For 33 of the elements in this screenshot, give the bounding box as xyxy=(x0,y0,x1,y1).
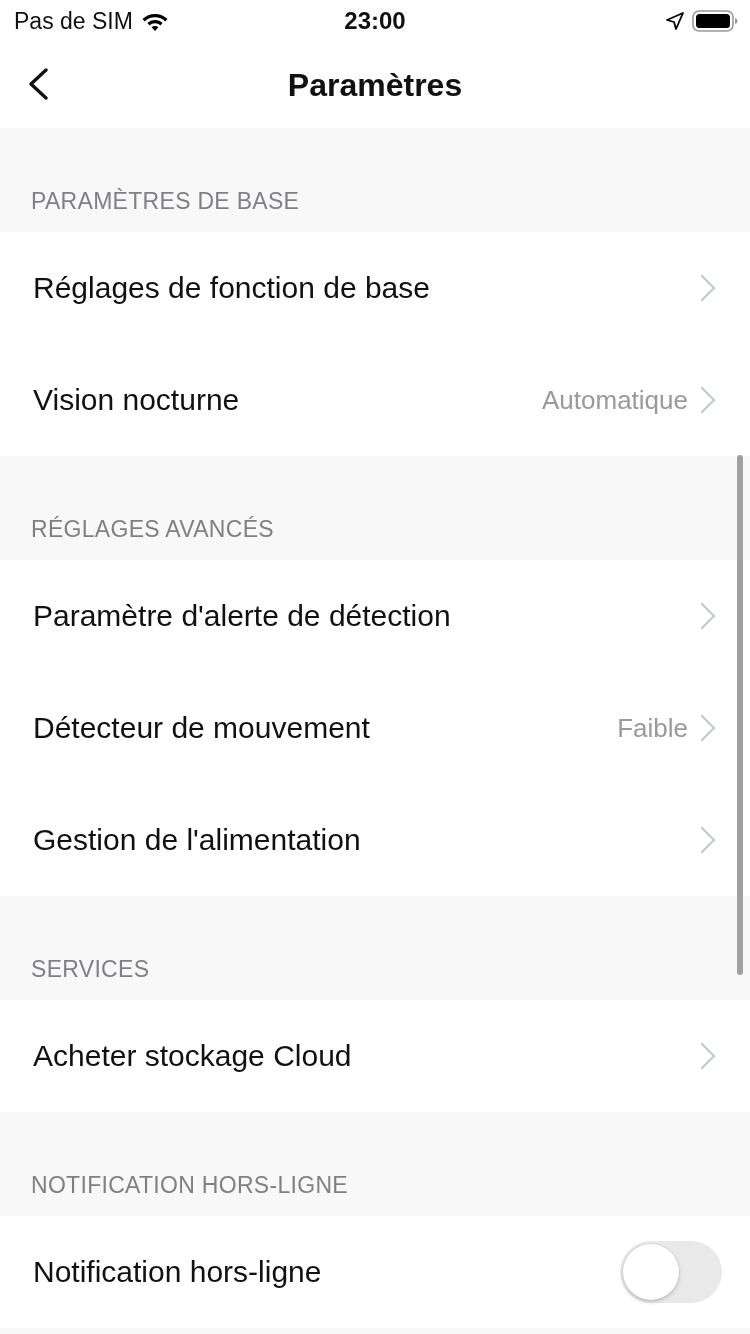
page-title: Paramètres xyxy=(287,66,463,104)
section-header: PARAMÈTRES DE BASE xyxy=(31,187,300,215)
chevron-right-icon xyxy=(700,826,716,854)
settings-row[interactable]: Gestion de l'alimentation xyxy=(0,784,750,896)
section-header: NOTIFICATION HORS-LIGNE xyxy=(31,1171,348,1199)
settings-row[interactable]: Réglages de fonction de base xyxy=(0,232,750,344)
wifi-icon xyxy=(140,11,169,31)
row-label: Acheter stockage Cloud xyxy=(33,1039,353,1073)
row-value: Automatique xyxy=(542,384,688,416)
row-label: Gestion de l'alimentation xyxy=(33,823,362,857)
battery-icon xyxy=(692,10,738,32)
section-header: RÉGLAGES AVANCÉS xyxy=(31,515,274,543)
row-label: Détecteur de mouvement xyxy=(33,711,371,745)
chevron-right-icon xyxy=(700,274,716,302)
status-time: 23:00 xyxy=(344,7,406,35)
settings-row[interactable]: Vision nocturne Automatique xyxy=(0,344,750,456)
row-value: Faible xyxy=(617,712,688,744)
settings-row[interactable]: Détecteur de mouvement Faible xyxy=(0,672,750,784)
chevron-right-icon xyxy=(700,1042,716,1070)
row-label: Paramètre d'alerte de détection xyxy=(33,599,452,633)
back-icon[interactable] xyxy=(28,68,48,100)
toggle-switch[interactable] xyxy=(620,1241,722,1303)
settings-row[interactable]: Paramètre d'alerte de détection xyxy=(0,560,750,672)
row-label: Notification hors-ligne xyxy=(33,1255,323,1289)
row-label: Vision nocturne xyxy=(33,383,241,417)
chevron-right-icon xyxy=(700,602,716,630)
carrier-name: Pas de SIM xyxy=(14,7,133,35)
location-arrow-icon xyxy=(666,12,684,30)
chevron-right-icon xyxy=(700,386,716,414)
row-label: Réglages de fonction de base xyxy=(33,271,431,305)
section-header: SERVICES xyxy=(31,955,150,983)
chevron-right-icon xyxy=(700,714,716,742)
settings-row[interactable]: Acheter stockage Cloud xyxy=(0,1000,750,1112)
